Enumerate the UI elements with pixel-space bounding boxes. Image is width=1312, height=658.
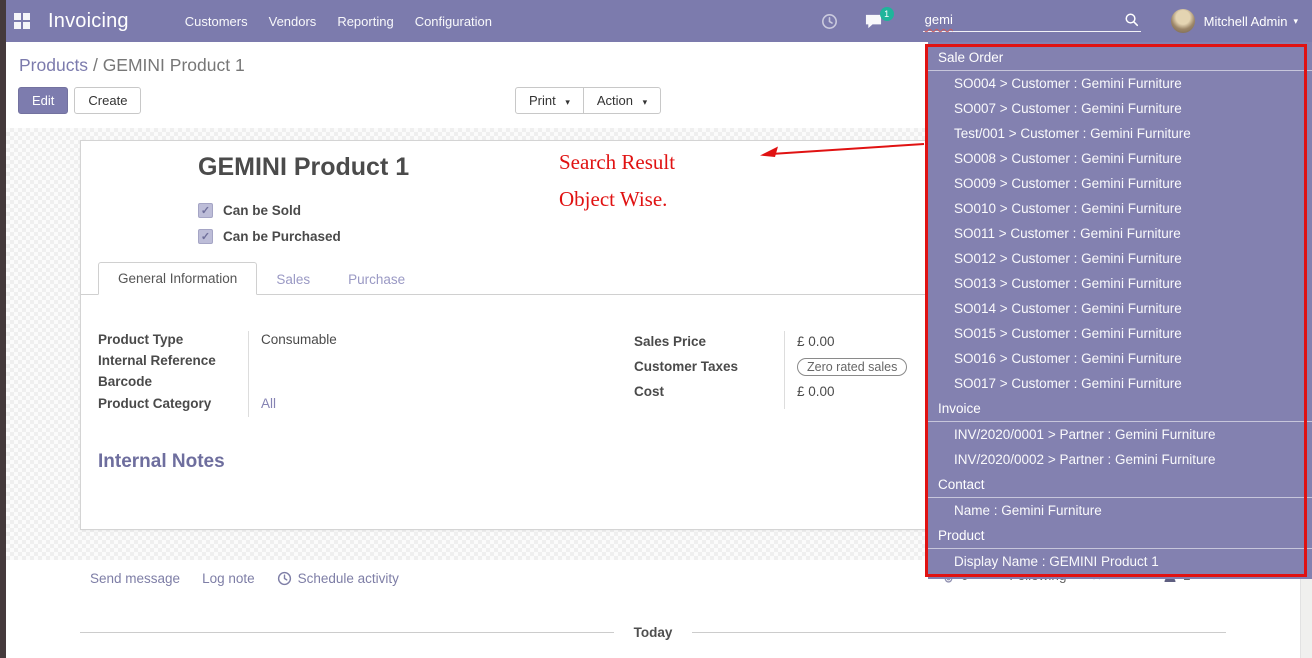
action-dropdown-button[interactable]: Action ▾ bbox=[583, 87, 661, 114]
search-result-item[interactable]: SO008 > Customer : Gemini Furniture bbox=[928, 146, 1312, 171]
group-header-product: Product bbox=[928, 523, 1312, 549]
checkbox-check-icon: ✓ bbox=[201, 230, 210, 243]
search-result-item[interactable]: SO010 > Customer : Gemini Furniture bbox=[928, 196, 1312, 221]
schedule-activity-button[interactable]: Schedule activity bbox=[277, 571, 399, 586]
today-divider: Today bbox=[80, 625, 1226, 640]
top-navbar: Invoicing Customers Vendors Reporting Co… bbox=[0, 0, 1312, 42]
search-result-item[interactable]: SO009 > Customer : Gemini Furniture bbox=[928, 171, 1312, 196]
search-result-item[interactable]: Test/001 > Customer : Gemini Furniture bbox=[928, 121, 1312, 146]
log-note-button[interactable]: Log note bbox=[202, 571, 255, 586]
search-results-dropdown: Sale Order SO004 > Customer : Gemini Fur… bbox=[928, 42, 1312, 579]
edit-button[interactable]: Edit bbox=[18, 87, 68, 114]
annotation-text: Search Result Object Wise. bbox=[559, 144, 675, 218]
breadcrumb-products-link[interactable]: Products bbox=[19, 55, 88, 75]
field-barcode: Barcode bbox=[98, 371, 608, 392]
search-result-item[interactable]: SO004 > Customer : Gemini Furniture bbox=[928, 71, 1312, 96]
search-result-item[interactable]: INV/2020/0002 > Partner : Gemini Furnitu… bbox=[928, 447, 1312, 472]
search-result-item[interactable]: Name : Gemini Furniture bbox=[928, 498, 1312, 523]
messages-icon[interactable]: 1 bbox=[864, 13, 883, 30]
can-be-sold-label: Can be Sold bbox=[223, 203, 301, 218]
tax-tag: Zero rated sales bbox=[797, 358, 907, 376]
annotation-arrow bbox=[755, 138, 927, 164]
messages-badge: 1 bbox=[880, 7, 894, 21]
fields-column-left: Product Type Consumable Internal Referen… bbox=[98, 329, 608, 415]
search-result-item[interactable]: SO012 > Customer : Gemini Furniture bbox=[928, 246, 1312, 271]
create-button[interactable]: Create bbox=[74, 87, 141, 114]
search-result-item[interactable]: SO016 > Customer : Gemini Furniture bbox=[928, 346, 1312, 371]
left-edge-strip bbox=[0, 0, 6, 658]
app-title: Invoicing bbox=[48, 10, 129, 33]
internal-notes-heading: Internal Notes bbox=[98, 451, 225, 473]
today-label: Today bbox=[634, 625, 673, 640]
can-be-purchased-label: Can be Purchased bbox=[223, 229, 341, 244]
can-be-sold-checkbox[interactable]: ✓ bbox=[198, 203, 213, 218]
user-menu[interactable]: Mitchell Admin bbox=[1204, 14, 1288, 29]
print-dropdown-button[interactable]: Print ▾ bbox=[515, 87, 584, 114]
tab-sales[interactable]: Sales bbox=[257, 264, 329, 295]
search-result-item[interactable]: SO017 > Customer : Gemini Furniture bbox=[928, 371, 1312, 396]
product-title: GEMINI Product 1 bbox=[198, 153, 409, 182]
user-menu-caret-icon[interactable]: ▾ bbox=[1293, 16, 1298, 27]
search-result-item[interactable]: SO015 > Customer : Gemini Furniture bbox=[928, 321, 1312, 346]
global-search-input[interactable]: gemi bbox=[923, 10, 1141, 32]
nav-menu-customers[interactable]: Customers bbox=[185, 14, 248, 29]
nav-menu-vendors[interactable]: Vendors bbox=[269, 14, 317, 29]
action-caret-icon: ▾ bbox=[643, 97, 648, 107]
navbar-right: 1 gemi Mitchell Admin ▾ bbox=[821, 9, 1298, 33]
tab-purchase[interactable]: Purchase bbox=[329, 264, 424, 295]
search-result-item[interactable]: SO007 > Customer : Gemini Furniture bbox=[928, 96, 1312, 121]
activities-clock-icon[interactable] bbox=[821, 13, 838, 30]
product-category-link[interactable]: All bbox=[248, 396, 276, 411]
nav-menu-reporting[interactable]: Reporting bbox=[337, 14, 393, 29]
group-header-contact: Contact bbox=[928, 472, 1312, 498]
search-icon[interactable] bbox=[1124, 12, 1139, 27]
can-be-purchased-checkbox[interactable]: ✓ bbox=[198, 229, 213, 244]
field-separator-line bbox=[784, 331, 785, 409]
field-product-category: Product Category All bbox=[98, 392, 608, 415]
breadcrumb-separator: / bbox=[93, 55, 98, 75]
nav-menu-configuration[interactable]: Configuration bbox=[415, 14, 492, 29]
field-separator-line bbox=[248, 331, 249, 417]
nav-menus: Customers Vendors Reporting Configuratio… bbox=[185, 14, 492, 29]
search-result-item[interactable]: Display Name : GEMINI Product 1 bbox=[928, 549, 1312, 574]
search-result-item[interactable]: SO014 > Customer : Gemini Furniture bbox=[928, 296, 1312, 321]
breadcrumb-current: GEMINI Product 1 bbox=[103, 55, 245, 75]
search-query-text: gemi bbox=[925, 12, 953, 27]
breadcrumb: Products / GEMINI Product 1 bbox=[19, 55, 245, 76]
field-product-type: Product Type Consumable bbox=[98, 329, 608, 350]
print-caret-icon: ▾ bbox=[565, 97, 570, 107]
send-message-button[interactable]: Send message bbox=[90, 571, 180, 586]
clock-icon bbox=[277, 571, 292, 586]
search-result-item[interactable]: SO013 > Customer : Gemini Furniture bbox=[928, 271, 1312, 296]
group-header-sale-order: Sale Order bbox=[928, 45, 1312, 71]
user-avatar[interactable] bbox=[1171, 9, 1195, 33]
search-result-item[interactable]: INV/2020/0001 > Partner : Gemini Furnitu… bbox=[928, 422, 1312, 447]
checkbox-check-icon: ✓ bbox=[201, 204, 210, 217]
group-header-invoice: Invoice bbox=[928, 396, 1312, 422]
field-internal-reference: Internal Reference bbox=[98, 350, 608, 371]
search-result-item[interactable]: SO011 > Customer : Gemini Furniture bbox=[928, 221, 1312, 246]
tab-general-information[interactable]: General Information bbox=[98, 262, 257, 295]
apps-grid-icon[interactable] bbox=[14, 13, 30, 29]
